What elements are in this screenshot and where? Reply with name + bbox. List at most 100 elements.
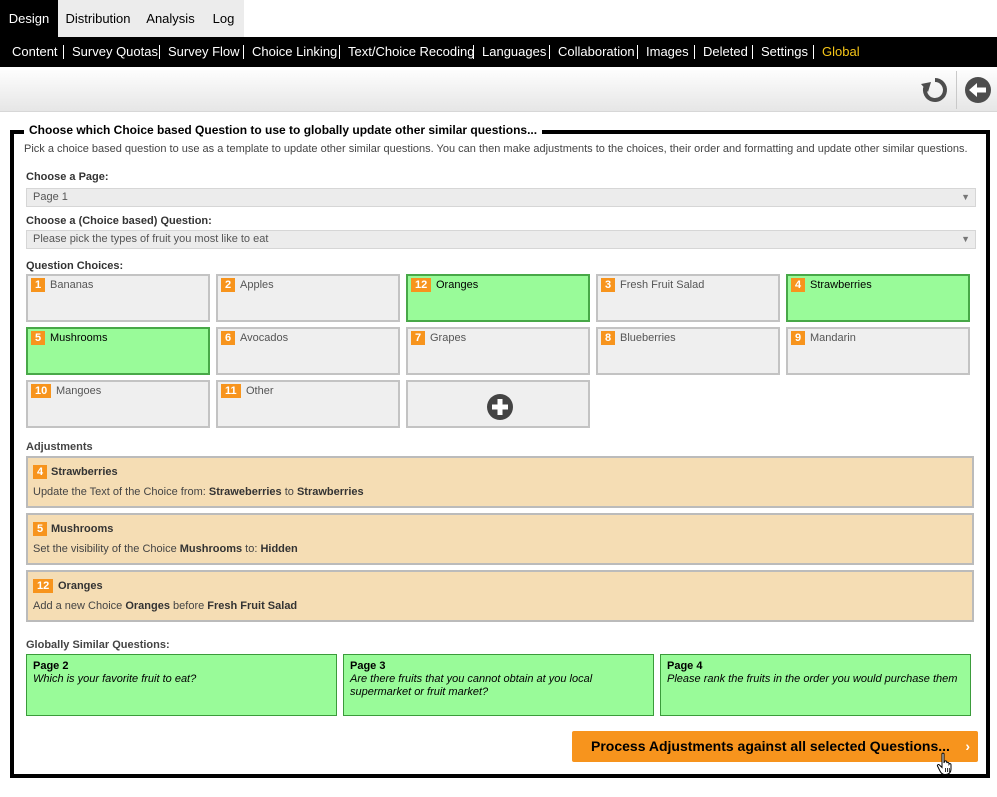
adjustment-item[interactable]: 12 Oranges Add a new Choice Oranges befo…: [26, 570, 974, 622]
process-button-label: Process Adjustments against all selected…: [591, 738, 950, 754]
process-adjustments-button[interactable]: Process Adjustments against all selected…: [572, 731, 978, 762]
similar-question-page: Page 4: [667, 660, 703, 672]
nav-settings[interactable]: Settings: [761, 37, 808, 67]
similar-question-card[interactable]: Page 2 Which is your favorite fruit to e…: [26, 654, 337, 716]
adjustment-name: Strawberries: [51, 466, 118, 478]
panel-title: Choose which Choice based Question to us…: [24, 121, 543, 139]
choice-number: 8: [601, 331, 616, 345]
choice-number: 7: [411, 331, 426, 345]
question-choices-label: Question Choices:: [26, 260, 124, 272]
nav-global[interactable]: Global: [822, 37, 860, 67]
question-select[interactable]: Please pick the types of fruit you most …: [26, 230, 976, 249]
choice-apples[interactable]: 2 Apples: [216, 274, 400, 322]
adjustments-label: Adjustments: [26, 441, 93, 453]
choice-number: 9: [791, 331, 806, 345]
choice-text: Mangoes: [56, 385, 102, 397]
nav-choice-linking[interactable]: Choice Linking: [252, 37, 337, 67]
nav-collaboration[interactable]: Collaboration: [558, 37, 635, 67]
choice-text: Strawberries: [810, 279, 872, 291]
choice-text: Grapes: [430, 332, 467, 344]
nav-separator: [243, 45, 244, 59]
nav-separator: [694, 45, 695, 59]
chevron-down-icon: ▼: [961, 234, 970, 244]
nav-separator: [637, 45, 638, 59]
choice-number: 6: [221, 331, 236, 345]
tab-distribution[interactable]: Distribution: [58, 0, 138, 37]
page-select-value: Page 1: [33, 191, 68, 203]
panel-description: Pick a choice based question to use as a…: [24, 143, 968, 155]
nav-separator: [473, 45, 474, 59]
choice-number: 4: [791, 278, 806, 292]
similar-question-text: Please rank the fruits in the order you …: [667, 673, 958, 685]
choice-number: 12: [411, 278, 432, 292]
nav-deleted[interactable]: Deleted: [703, 37, 748, 67]
tab-analysis[interactable]: Analysis: [138, 0, 203, 37]
choice-strawberries[interactable]: 4 Strawberries: [786, 274, 970, 322]
top-tabs: Design Distribution Analysis Log: [0, 0, 997, 37]
nav-separator: [339, 45, 340, 59]
choice-number: 3: [601, 278, 616, 292]
adjustment-name: Mushrooms: [51, 523, 114, 535]
choice-text: Fresh Fruit Salad: [620, 279, 705, 291]
adjustment-item[interactable]: 5 Mushrooms Set the visibility of the Ch…: [26, 513, 974, 565]
adjustment-number: 4: [33, 465, 48, 479]
similar-question-page: Page 2: [33, 660, 69, 672]
adjustment-name: Oranges: [58, 580, 103, 592]
toolbar: [0, 67, 997, 112]
nav-survey-flow[interactable]: Survey Flow: [168, 37, 240, 67]
nav-separator: [549, 45, 550, 59]
plus-circle-icon: [487, 394, 513, 420]
sub-navigation: Content Survey Quotas Survey Flow Choice…: [0, 37, 997, 67]
adjustment-description: Update the Text of the Choice from: Stra…: [33, 486, 364, 498]
nav-text-choice-recoding[interactable]: Text/Choice Recoding: [348, 37, 474, 67]
nav-separator: [159, 45, 160, 59]
nav-content[interactable]: Content: [12, 37, 58, 67]
nav-languages[interactable]: Languages: [482, 37, 546, 67]
choice-text: Mandarin: [810, 332, 856, 344]
toolbar-divider: [956, 71, 957, 109]
hand-cursor-icon: [936, 752, 952, 775]
adjustment-description: Set the visibility of the Choice Mushroo…: [33, 543, 298, 555]
undo-icon[interactable]: [918, 73, 952, 107]
adjustment-number: 12: [33, 579, 54, 593]
add-choice-button[interactable]: [406, 380, 590, 428]
page-select-label: Choose a Page:: [26, 171, 109, 183]
tab-design[interactable]: Design: [0, 0, 58, 37]
choice-text: Avocados: [240, 332, 289, 344]
choice-text: Other: [246, 385, 274, 397]
choice-text: Apples: [240, 279, 274, 291]
nav-images[interactable]: Images: [646, 37, 689, 67]
page-select[interactable]: Page 1 ▼: [26, 188, 976, 207]
chevron-down-icon: ▼: [961, 192, 970, 202]
choice-mandarin[interactable]: 9 Mandarin: [786, 327, 970, 375]
nav-separator: [63, 45, 64, 59]
tab-log[interactable]: Log: [203, 0, 244, 37]
choice-blueberries[interactable]: 8 Blueberries: [596, 327, 780, 375]
similar-questions-label: Globally Similar Questions:: [26, 639, 170, 651]
adjustment-description: Add a new Choice Oranges before Fresh Fr…: [33, 600, 298, 612]
choice-mushrooms[interactable]: 5 Mushrooms: [26, 327, 210, 375]
similar-question-card[interactable]: Page 4 Please rank the fruits in the ord…: [660, 654, 971, 716]
choice-avocados[interactable]: 6 Avocados: [216, 327, 400, 375]
similar-question-text: Which is your favorite fruit to eat?: [33, 673, 197, 685]
choice-number: 2: [221, 278, 236, 292]
choice-other[interactable]: 11 Other: [216, 380, 400, 428]
adjustment-item[interactable]: 4 Strawberries Update the Text of the Ch…: [26, 456, 974, 508]
choice-bananas[interactable]: 1 Bananas: [26, 274, 210, 322]
chevron-right-icon: ›: [965, 738, 970, 754]
choice-text: Bananas: [50, 279, 94, 291]
back-arrow-icon[interactable]: [961, 73, 995, 107]
choice-fresh-fruit-salad[interactable]: 3 Fresh Fruit Salad: [596, 274, 780, 322]
similar-question-card[interactable]: Page 3 Are there fruits that you cannot …: [343, 654, 654, 716]
question-select-value: Please pick the types of fruit you most …: [33, 233, 269, 245]
nav-separator: [752, 45, 753, 59]
nav-separator: [813, 45, 814, 59]
choice-number: 10: [31, 384, 52, 398]
choice-number: 11: [221, 384, 241, 398]
choice-grapes[interactable]: 7 Grapes: [406, 327, 590, 375]
choice-number: 5: [31, 331, 46, 345]
choice-text: Mushrooms: [50, 332, 108, 344]
nav-survey-quotas[interactable]: Survey Quotas: [72, 37, 158, 67]
choice-oranges[interactable]: 12 Oranges: [406, 274, 590, 322]
choice-mangoes[interactable]: 10 Mangoes: [26, 380, 210, 428]
